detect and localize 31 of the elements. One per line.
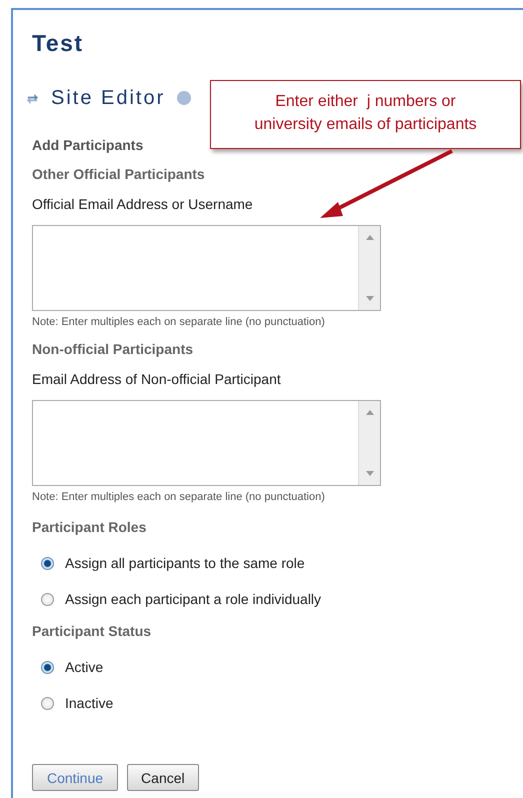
radio-button[interactable] — [41, 696, 54, 710]
section-heading: Participant Roles — [32, 518, 146, 536]
section-heading: Participant Status — [32, 622, 152, 640]
refresh-icon[interactable] — [26, 92, 39, 104]
radio-button[interactable] — [41, 592, 54, 606]
scroll-down-icon[interactable] — [366, 296, 374, 301]
radio-label[interactable]: Active — [65, 659, 104, 675]
section-heading: Non-official Participants — [32, 340, 194, 358]
scroll-up-icon[interactable] — [366, 235, 374, 240]
radio-button[interactable] — [41, 556, 54, 570]
callout-box: Enter either j numbers or university emails of participants — [210, 80, 521, 149]
cancel-button[interactable]: Cancel — [127, 764, 199, 791]
scroll-up-icon[interactable] — [366, 410, 374, 415]
radio-label[interactable]: Assign all participants to the same role — [65, 555, 305, 571]
email-textarea[interactable] — [32, 400, 381, 486]
section-heading: Add Participants — [32, 136, 144, 154]
field-note: Note: Enter multiples each on separate line (no punctuation) — [32, 315, 326, 329]
page-title: Test — [32, 30, 85, 56]
radio-label[interactable]: Assign each participant a role individually — [65, 591, 322, 607]
field-note: Note: Enter multiples each on separate line (no punctuation) — [32, 490, 326, 504]
scrollbar[interactable] — [358, 226, 380, 310]
scroll-down-icon[interactable] — [366, 471, 374, 476]
scrollbar[interactable] — [358, 401, 380, 485]
email-textarea[interactable] — [32, 225, 381, 311]
field-label: Official Email Address or Username — [32, 195, 253, 213]
radio-label[interactable]: Inactive — [65, 695, 114, 711]
section-heading: Other Official Participants — [32, 165, 205, 183]
radio-button[interactable] — [41, 660, 54, 674]
field-label: Email Address of Non-official Participant — [32, 370, 281, 388]
help-icon[interactable] — [177, 91, 192, 105]
tool-title: Site Editor — [51, 86, 166, 110]
